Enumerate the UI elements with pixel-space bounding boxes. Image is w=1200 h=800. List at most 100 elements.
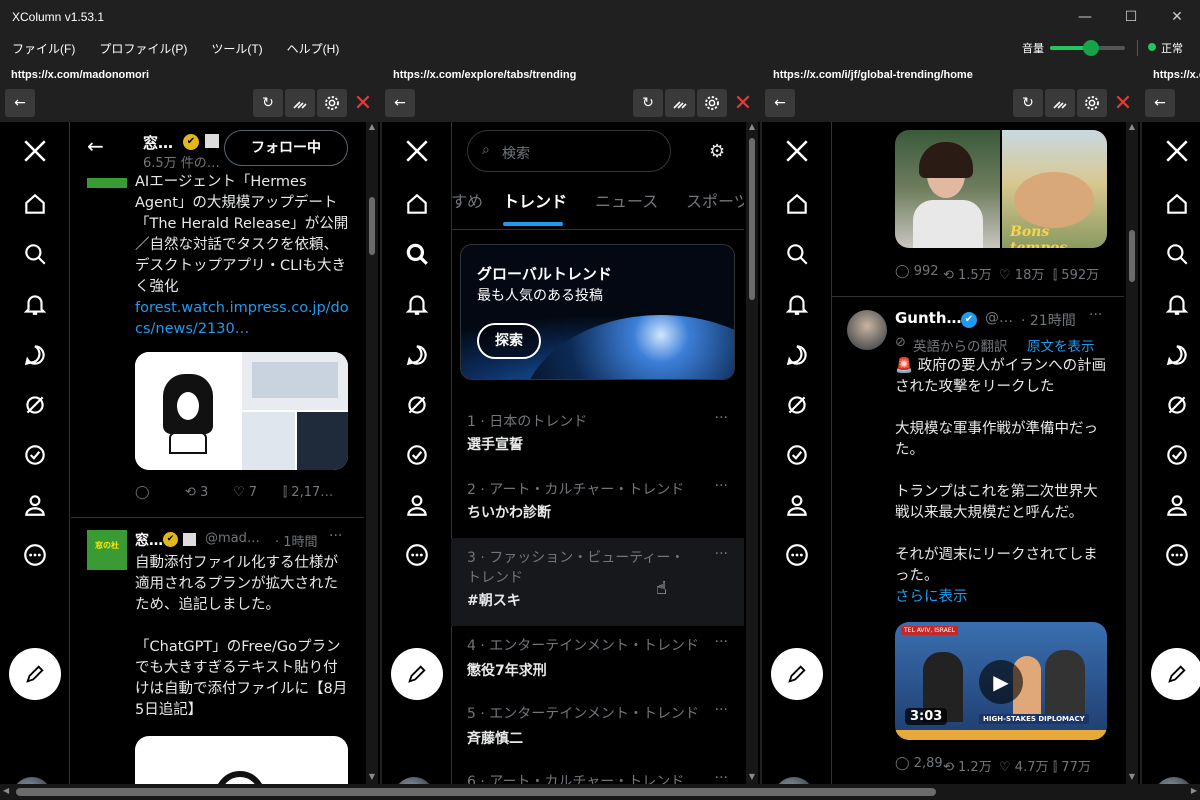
verified-nav-icon[interactable] xyxy=(20,440,50,470)
show-more-link[interactable]: さらに表示 xyxy=(895,587,968,608)
reload-button[interactable]: ↻ xyxy=(253,89,283,117)
account-avatar[interactable] xyxy=(12,777,52,784)
home-icon[interactable] xyxy=(1162,189,1192,219)
profile-icon[interactable] xyxy=(20,490,50,520)
column-settings-button[interactable] xyxy=(317,89,347,117)
verified-nav-icon[interactable] xyxy=(402,440,432,470)
chat-icon[interactable] xyxy=(402,340,432,370)
back-button[interactable]: ← xyxy=(5,89,35,117)
scroll-thumb[interactable] xyxy=(369,197,375,255)
scroll-up-arrow[interactable]: ▲ xyxy=(366,122,378,134)
tab-news[interactable]: ニュース xyxy=(595,188,658,212)
menu-profile[interactable]: プロファイル(P) xyxy=(87,40,199,57)
search-icon[interactable] xyxy=(20,239,50,269)
show-original-link[interactable]: 原文を表示 xyxy=(1027,335,1095,355)
minimize-button[interactable]: — xyxy=(1062,0,1108,34)
reload-button[interactable]: ↻ xyxy=(1013,89,1043,117)
clean-button[interactable] xyxy=(285,89,315,117)
video-player[interactable]: TEL AVIV, ISRAEL ▶ 3:03 HIGH-STAKES DIPL… xyxy=(895,622,1107,740)
x-logo-icon[interactable] xyxy=(20,136,50,166)
verified-nav-icon[interactable] xyxy=(782,440,812,470)
compose-button[interactable] xyxy=(391,648,443,700)
menu-help[interactable]: ヘルプ(H) xyxy=(275,40,352,57)
menu-tools[interactable]: ツール(T) xyxy=(199,40,274,57)
scroll-left-arrow[interactable]: ◀ xyxy=(3,786,9,795)
back-button[interactable]: ← xyxy=(1145,89,1175,117)
reload-button[interactable]: ↻ xyxy=(633,89,663,117)
chat-icon[interactable] xyxy=(1162,340,1192,370)
horizontal-scrollbar[interactable]: ◀ ▶ xyxy=(0,784,1200,800)
post-media-grid[interactable]: Bons tempos xyxy=(895,130,1107,248)
post-link[interactable]: forest.watch.impress.co.jp/docs/news/213… xyxy=(135,298,349,340)
bell-icon[interactable] xyxy=(20,289,50,319)
scroll-thumb[interactable] xyxy=(749,138,755,300)
trend-item[interactable]: 4 · エンターテインメント・トレンド 懲役7年求刑 ··· xyxy=(451,626,744,694)
close-column-button[interactable]: ✕ xyxy=(732,89,754,117)
trend-more-icon[interactable]: ··· xyxy=(715,634,728,650)
column-settings-button[interactable] xyxy=(697,89,727,117)
scroll-down-arrow[interactable]: ▼ xyxy=(1126,772,1138,784)
profile-icon[interactable] xyxy=(1162,490,1192,520)
trend-item[interactable]: 5 · エンターテインメント・トレンド 斉藤慎二 ··· xyxy=(451,694,744,762)
compose-button[interactable] xyxy=(9,648,61,700)
tab-foryou[interactable]: すめ xyxy=(451,188,483,212)
back-arrow-icon[interactable]: ← xyxy=(87,134,104,158)
openai-image[interactable] xyxy=(135,736,348,784)
clean-button[interactable] xyxy=(665,89,695,117)
grok-icon[interactable] xyxy=(20,390,50,420)
menu-file[interactable]: ファイル(F) xyxy=(0,40,87,57)
retweet-button[interactable]: ⟲ 1.2万 xyxy=(943,756,992,775)
x-logo-icon[interactable] xyxy=(782,136,812,166)
home-icon[interactable] xyxy=(402,189,432,219)
account-avatar[interactable] xyxy=(394,777,434,784)
back-button[interactable]: ← xyxy=(385,89,415,117)
more-circle-icon[interactable] xyxy=(1162,540,1192,570)
close-column-button[interactable]: ✕ xyxy=(352,89,374,117)
home-icon[interactable] xyxy=(20,189,50,219)
reply-icon[interactable]: ◯ xyxy=(135,485,150,500)
play-icon[interactable]: ▶ xyxy=(979,660,1023,704)
search-icon[interactable] xyxy=(1162,239,1192,269)
trend-more-icon[interactable]: ··· xyxy=(715,702,728,718)
vertical-scrollbar[interactable]: ▲ ▼ xyxy=(366,122,378,784)
tab-trending[interactable]: トレンド xyxy=(503,188,567,212)
grok-icon[interactable] xyxy=(782,390,812,420)
explore-settings-icon[interactable]: ⚙ xyxy=(709,141,725,162)
bell-icon[interactable] xyxy=(782,289,812,319)
trend-more-icon[interactable]: ··· xyxy=(715,478,728,494)
vertical-scrollbar[interactable]: ▲ ▼ xyxy=(746,122,758,784)
scroll-up-arrow[interactable]: ▲ xyxy=(746,122,758,134)
reply-button[interactable]: ◯ 992 xyxy=(895,264,939,279)
more-circle-icon[interactable] xyxy=(402,540,432,570)
post-author-name[interactable]: Gunth… xyxy=(895,309,962,327)
x-logo-icon[interactable] xyxy=(402,136,432,166)
search-icon[interactable] xyxy=(782,239,812,269)
like-button[interactable]: ♡ 7 xyxy=(233,485,257,500)
post-avatar[interactable] xyxy=(847,310,887,350)
clean-button[interactable] xyxy=(1045,89,1075,117)
profile-icon[interactable] xyxy=(782,490,812,520)
scroll-right-arrow[interactable]: ▶ xyxy=(1191,786,1197,795)
scroll-up-arrow[interactable]: ▲ xyxy=(1126,122,1138,134)
column-settings-button[interactable] xyxy=(1077,89,1107,117)
back-button[interactable]: ← xyxy=(765,89,795,117)
bell-icon[interactable] xyxy=(402,289,432,319)
horizontal-scroll-thumb[interactable] xyxy=(16,788,936,796)
profile-icon[interactable] xyxy=(402,490,432,520)
tab-sports[interactable]: スポーツ xyxy=(686,188,744,212)
explore-button[interactable]: 探索 xyxy=(477,323,541,359)
views-button[interactable]: ⫿ 592万 xyxy=(1053,264,1099,283)
grok-icon[interactable] xyxy=(402,390,432,420)
retweet-button[interactable]: ⟲ 3 xyxy=(185,485,208,500)
volume-slider[interactable] xyxy=(1050,40,1125,56)
account-avatar[interactable] xyxy=(774,777,814,784)
scroll-down-arrow[interactable]: ▼ xyxy=(366,772,378,784)
maximize-button[interactable]: ☐ xyxy=(1108,0,1154,34)
post-more-icon[interactable]: ··· xyxy=(1089,307,1102,323)
account-avatar[interactable] xyxy=(1154,777,1194,784)
views-button[interactable]: ⫿ 2,17… xyxy=(283,485,333,500)
post-media[interactable] xyxy=(135,352,348,470)
trend-more-icon[interactable]: ··· xyxy=(715,770,728,784)
trend-more-icon[interactable]: ··· xyxy=(715,546,728,562)
chat-icon[interactable] xyxy=(782,340,812,370)
